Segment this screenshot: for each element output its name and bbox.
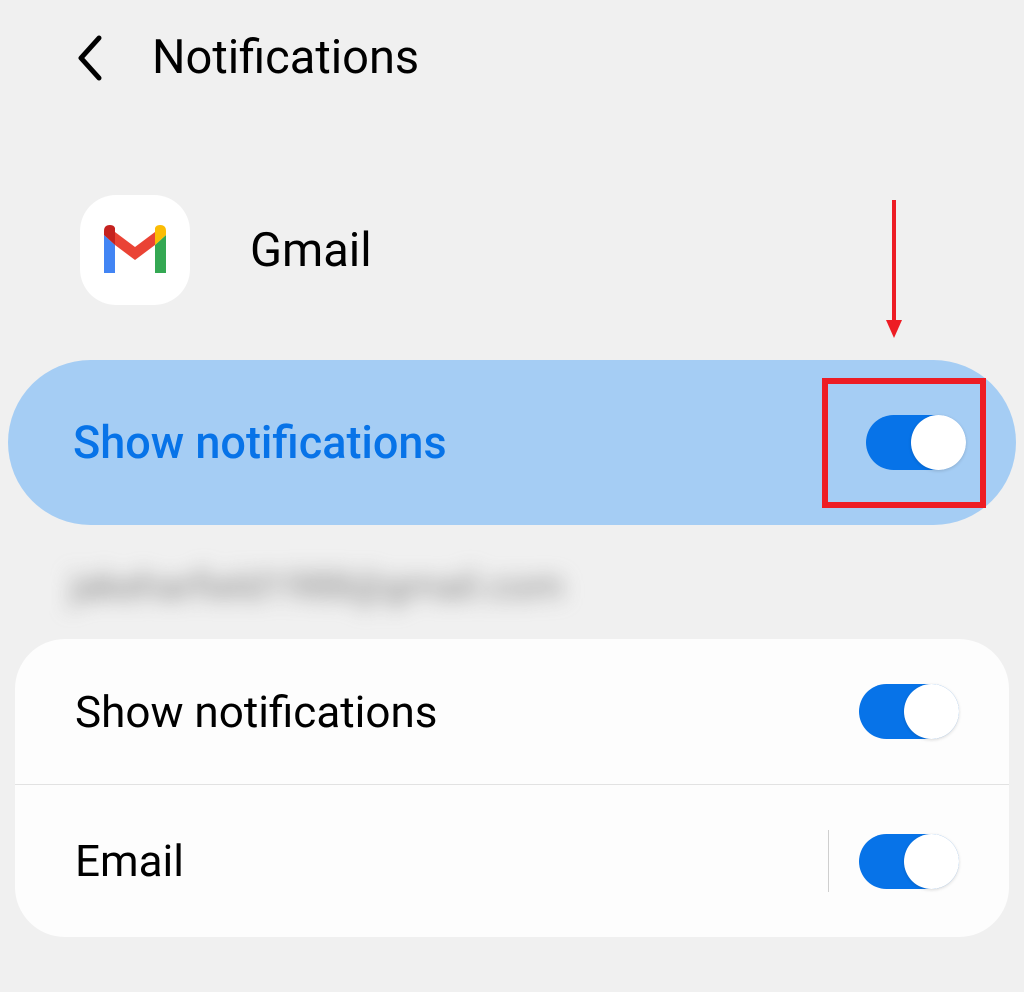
toggle-knob [911,415,966,470]
show-notifications-toggle[interactable] [866,415,966,470]
show-notifications-label: Show notifications [73,416,447,469]
email-category-row[interactable]: Email [15,785,1009,937]
show-notifications-banner[interactable]: Show notifications [8,360,1016,525]
toggle-knob [904,834,959,889]
chevron-left-icon [76,35,104,81]
settings-card: Show notifications Email [15,639,1009,937]
email-category-label: Email [75,835,184,887]
page-title: Notifications [152,30,419,85]
toggle-divider [828,830,829,892]
gmail-icon [80,195,190,305]
account-email-blurred: jakeharfield1988@gmail.com [0,525,1024,639]
toggle-knob [904,684,959,739]
account-show-notifications-row[interactable]: Show notifications [15,639,1009,785]
app-name-label: Gmail [250,223,372,278]
back-button[interactable] [70,33,110,83]
email-category-toggle[interactable] [859,834,959,889]
app-row[interactable]: Gmail [0,195,1024,305]
account-show-notifications-toggle[interactable] [859,684,959,739]
account-show-notifications-label: Show notifications [75,686,437,738]
header: Notifications [0,0,1024,105]
